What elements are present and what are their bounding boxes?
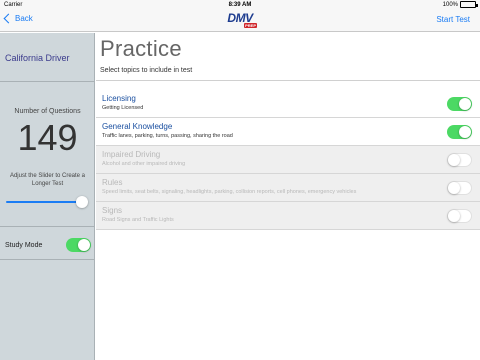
start-test-button[interactable]: Start Test [436,15,470,24]
toggle-knob [448,210,460,222]
topic-description: Alcohol and other impaired driving [102,161,186,167]
study-mode-label: Study Mode [5,242,43,249]
topic-toggle[interactable] [447,153,472,167]
questions-count: 149 [17,117,78,158]
topic-description: Road Signs and Traffic Lights [102,217,174,223]
logo-badge: PREP [244,23,257,28]
navigation-bar: Back DMV PREP Start Test [0,10,480,32]
topic-list: Licensing Getting Licensed General Knowl… [96,90,480,230]
toggle-knob [459,98,471,110]
slider-thumb[interactable] [76,196,88,208]
divider [0,226,95,227]
battery-icon [460,1,478,8]
questions-label: Number of Questions [14,108,81,115]
back-button[interactable]: Back [3,13,33,24]
clock: 8:39 AM [228,2,252,8]
topic-title: Impaired Driving [102,150,161,159]
page-subtitle: Select topics to include in test [100,67,193,74]
topic-row[interactable]: General Knowledge Traffic lanes, parking… [96,118,480,146]
topic-row[interactable]: Impaired Driving Alcohol and other impai… [96,146,480,174]
toggle-knob [459,126,471,138]
battery-percent: 100% [442,1,458,8]
divider [0,259,95,260]
topic-description: Traffic lanes, parking, turns, passing, … [102,133,233,139]
toggle-knob [448,154,460,166]
sidebar-title: California Driver [5,53,70,63]
topic-row[interactable]: Rules Speed limits, seat belts, signalin… [96,174,480,202]
topic-toggle[interactable] [447,181,472,195]
topic-toggle[interactable] [447,97,472,111]
questions-slider[interactable] [6,196,88,208]
page-title: Practice [100,36,182,61]
topic-row[interactable]: Licensing Getting Licensed [96,90,480,118]
back-label: Back [15,14,33,23]
topic-description: Speed limits, seat belts, signaling, hea… [102,189,357,195]
battery-indicator: 100% [442,1,478,8]
topic-title: General Knowledge [102,122,173,131]
topic-toggle[interactable] [447,209,472,223]
chevron-left-icon [3,13,14,24]
dmv-prep-logo: DMV PREP [222,11,258,31]
slider-hint: Adjust the Slider to Create a Longer Tes… [9,173,86,187]
divider [96,80,480,81]
study-mode-toggle[interactable] [66,238,91,252]
toggle-knob [78,239,90,251]
sidebar: California Driver Number of Questions 14… [0,33,95,360]
slider-track [6,201,82,203]
topic-toggle[interactable] [447,125,472,139]
topic-row[interactable]: Signs Road Signs and Traffic Lights [96,202,480,230]
toggle-knob [448,182,460,194]
topic-description: Getting Licensed [102,105,144,111]
study-mode-toggle-wrap [66,238,91,252]
topic-title: Signs [102,206,123,215]
topic-title: Rules [102,178,123,187]
practice-panel: Practice Select topics to include in tes… [96,33,480,360]
status-bar: Carrier 8:39 AM 100% [0,0,480,10]
divider [0,81,95,82]
topic-title: Licensing [102,94,136,103]
